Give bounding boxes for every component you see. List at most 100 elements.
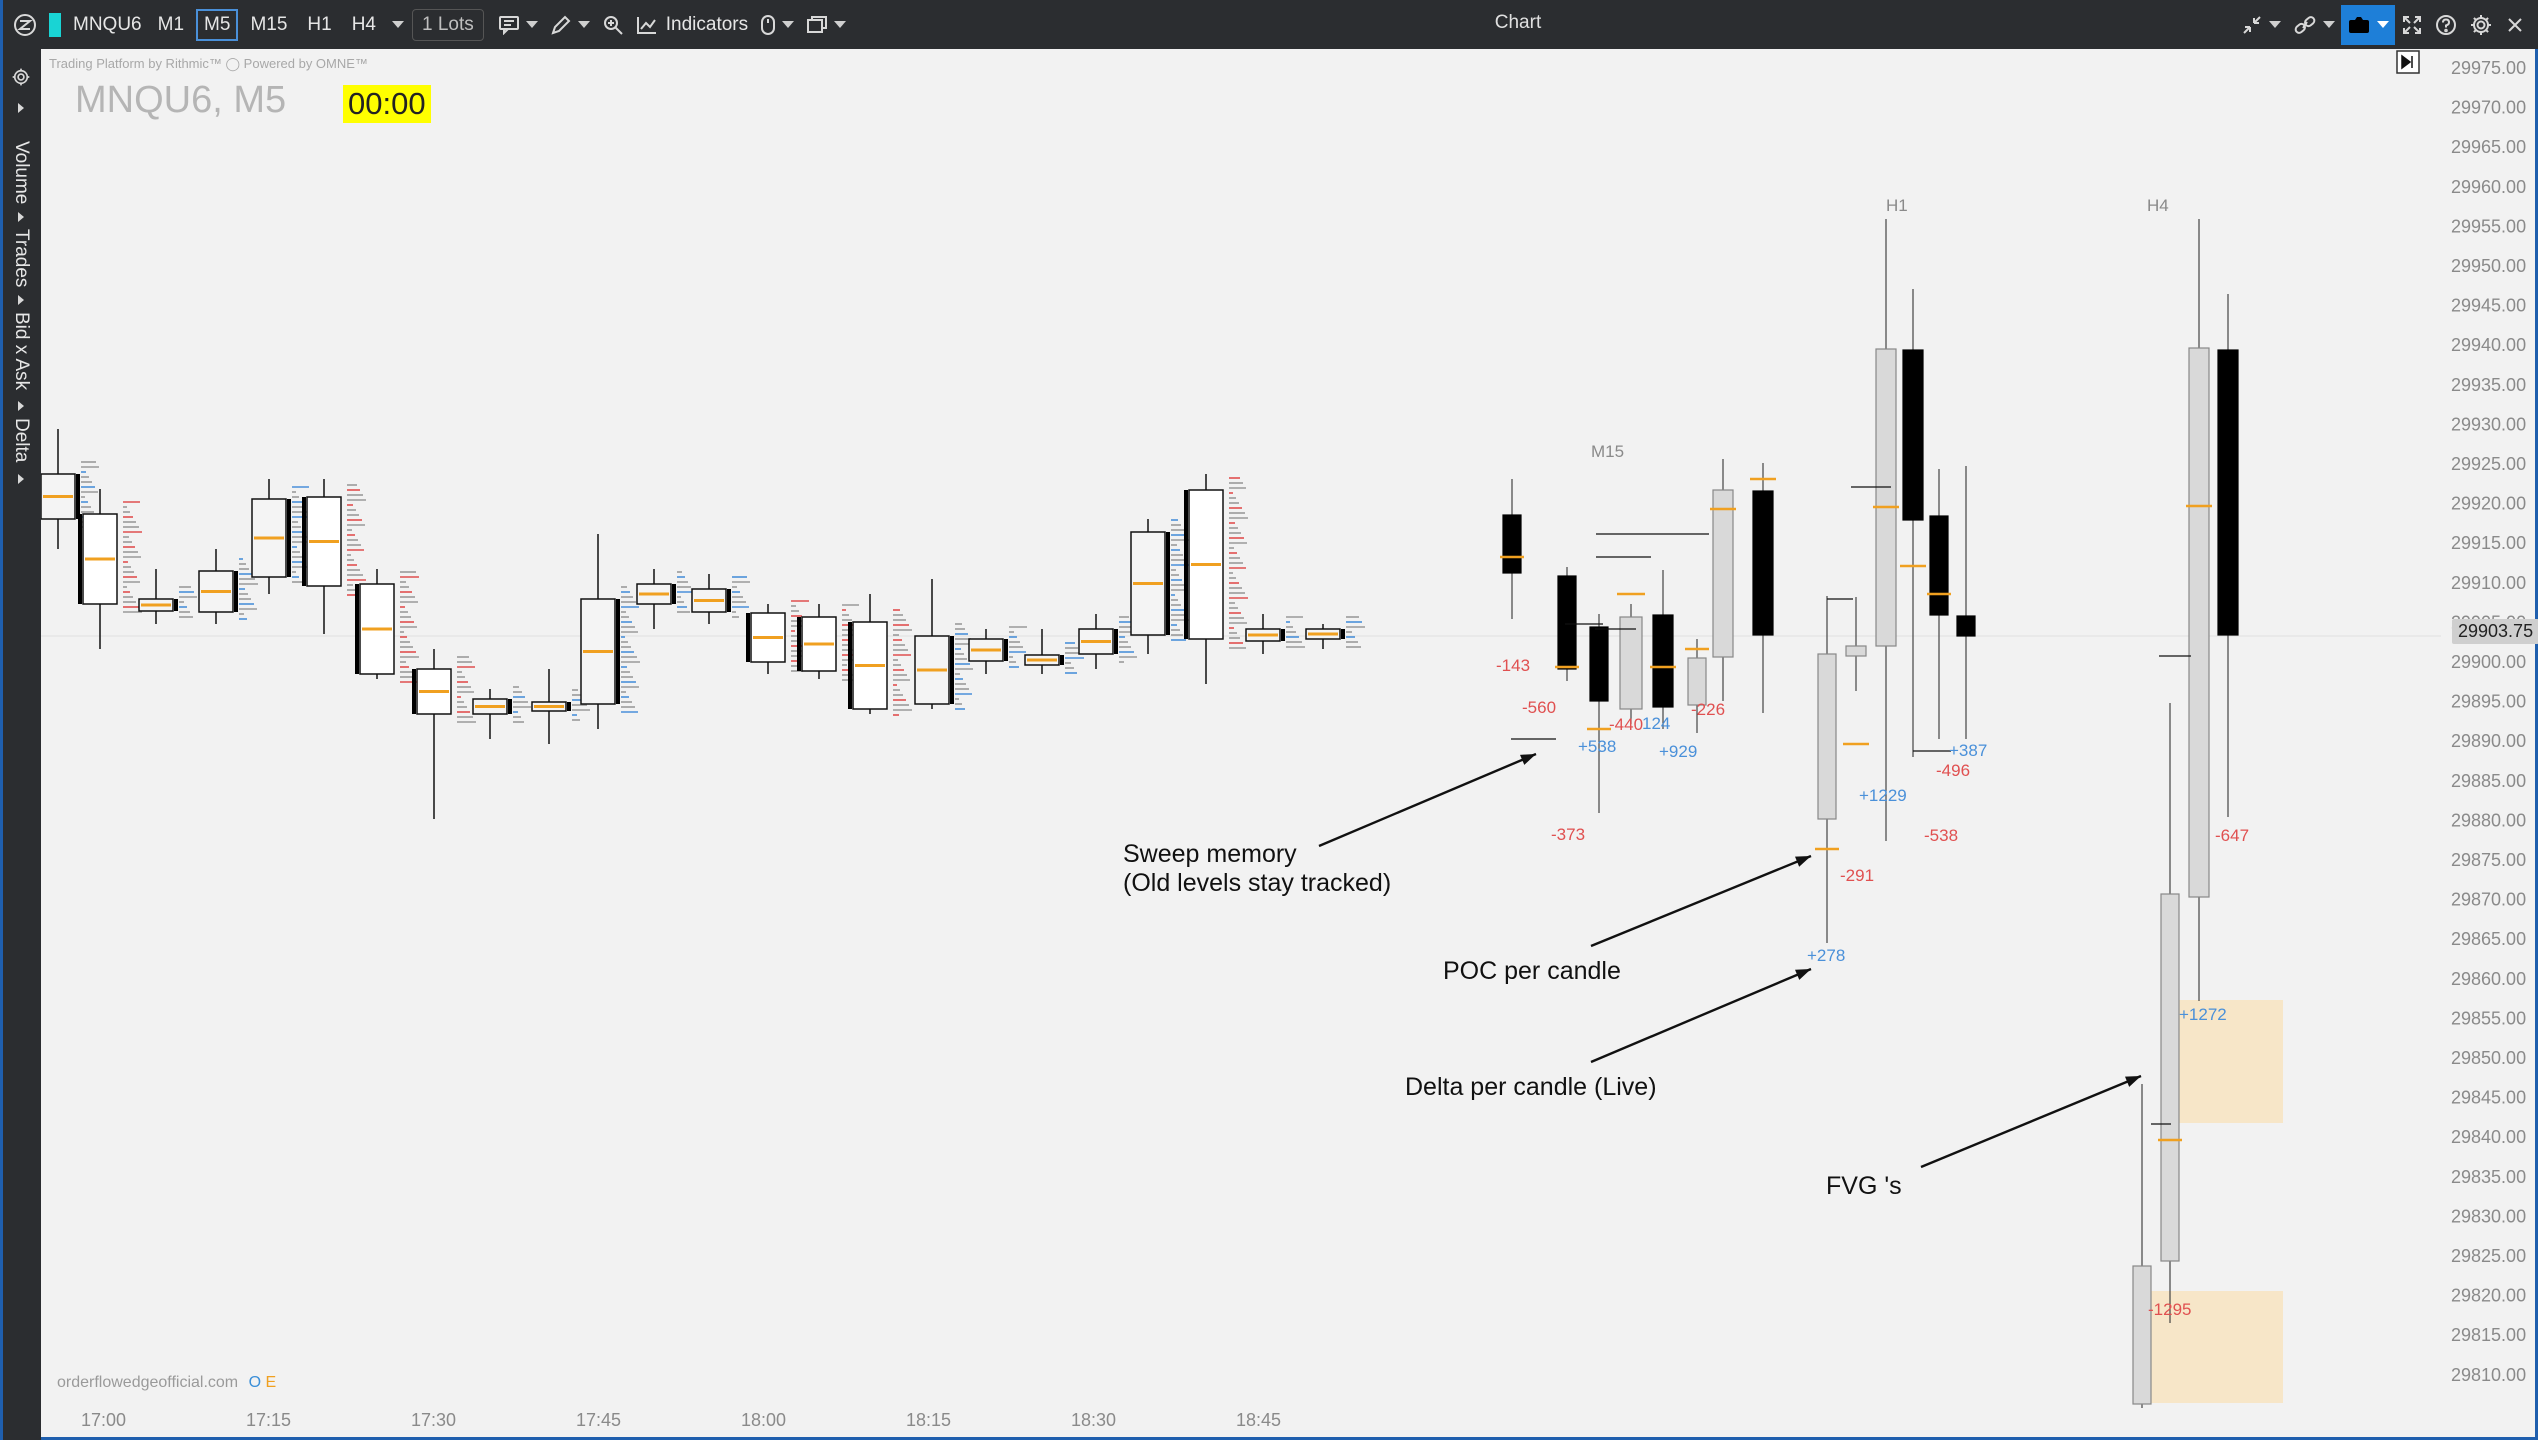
volume-bar bbox=[727, 589, 731, 612]
help-icon[interactable] bbox=[2429, 0, 2463, 49]
camera-icon[interactable] bbox=[2341, 4, 2395, 45]
timeframe-m15[interactable]: M15 bbox=[242, 9, 295, 41]
timeframe-dropdown-icon[interactable] bbox=[392, 21, 404, 28]
indicators-button[interactable]: Indicators bbox=[630, 0, 754, 49]
annotation-arrow bbox=[1590, 854, 1812, 948]
price-tick-label: 29870.00 bbox=[2451, 890, 2526, 910]
symbol-color-swatch[interactable] bbox=[49, 12, 61, 37]
price-axis[interactable]: 29975.00 29970.00 29965.00 29960.00 29955.00… bbox=[2451, 58, 2526, 1385]
sidebar-arrow-icon bbox=[18, 401, 24, 411]
volume-bar bbox=[746, 613, 750, 662]
annotation-text: Delta per candle (Live) bbox=[1405, 1073, 1657, 1101]
htf-candle bbox=[1652, 614, 1674, 708]
delta-label: +1229 bbox=[1859, 786, 1907, 805]
lots-input[interactable]: 1 Lots bbox=[412, 8, 484, 41]
delta-label: -440 bbox=[1609, 715, 1643, 734]
htf-candle bbox=[1619, 616, 1643, 710]
zoom-icon[interactable] bbox=[596, 0, 630, 49]
fullscreen-icon[interactable] bbox=[2395, 0, 2429, 49]
htf-candle bbox=[1557, 575, 1577, 670]
htf-candle bbox=[1589, 626, 1609, 702]
htf-candle bbox=[1687, 657, 1707, 706]
layout-icon[interactable] bbox=[800, 0, 852, 49]
delta-label: -373 bbox=[1551, 825, 1585, 844]
delta-label: -1295 bbox=[2148, 1300, 2191, 1319]
htf-candle bbox=[1875, 348, 1897, 647]
close-icon[interactable] bbox=[2499, 0, 2531, 49]
last-price-tag: 29903.75 bbox=[2452, 619, 2538, 644]
settings-icon[interactable] bbox=[2463, 0, 2499, 49]
timeframe-h1[interactable]: H1 bbox=[299, 9, 339, 41]
delta-label: +929 bbox=[1659, 742, 1697, 761]
scroll-end-button[interactable] bbox=[2396, 50, 2420, 74]
volume-bar bbox=[78, 514, 82, 604]
timeframe-m1[interactable]: M1 bbox=[150, 9, 192, 41]
delta-label: +1272 bbox=[2179, 1005, 2227, 1024]
volume-bar bbox=[355, 584, 359, 674]
candle-timer: 00:00 bbox=[343, 85, 431, 123]
price-tick-label: 29820.00 bbox=[2451, 1286, 2526, 1306]
time-axis[interactable]: 17:00 17:15 17:30 17:45 18:00 18:15 18:30 18:45 bbox=[81, 1410, 1281, 1430]
price-tick-label: 29900.00 bbox=[2451, 652, 2526, 672]
volume-bar bbox=[234, 571, 238, 612]
price-tick-label: 29825.00 bbox=[2451, 1246, 2526, 1266]
logo-icon[interactable] bbox=[3, 0, 43, 49]
time-tick-label: 17:45 bbox=[576, 1410, 621, 1430]
sidebar-arrow-icon bbox=[18, 212, 24, 222]
arrowhead-icon bbox=[1795, 856, 1811, 867]
htf-candle bbox=[1502, 514, 1522, 574]
timeframe-h4[interactable]: H4 bbox=[344, 9, 384, 41]
platform-credit: Trading Platform by Rithmic™ ◯ Powered b… bbox=[49, 56, 368, 71]
delta-labels: -143 -560 +538 -373 -440124 +929 -226 -291 +278 +… bbox=[1496, 656, 2249, 1319]
volume-bar bbox=[950, 636, 954, 704]
volume-bar bbox=[1004, 639, 1008, 661]
minimize-arrows-icon[interactable] bbox=[2235, 0, 2287, 49]
annotation-text: POC per candle bbox=[1443, 957, 1621, 985]
mouse-icon[interactable] bbox=[754, 0, 800, 49]
price-tick-label: 29860.00 bbox=[2451, 969, 2526, 989]
annotation-text: (Old levels stay tracked) bbox=[1123, 869, 1391, 897]
price-tick-label: 29815.00 bbox=[2451, 1325, 2526, 1345]
htf-label: M15 bbox=[1591, 442, 1624, 461]
gear-icon[interactable] bbox=[11, 67, 31, 92]
annotation-arrow bbox=[1590, 967, 1812, 1064]
htf-candle bbox=[1956, 615, 1976, 637]
htf-candle bbox=[2132, 1265, 2152, 1405]
volume-bar bbox=[76, 474, 80, 519]
price-tick-label: 29915.00 bbox=[2451, 533, 2526, 553]
htf-candle bbox=[1752, 490, 1774, 636]
price-tick-label: 29960.00 bbox=[2451, 177, 2526, 197]
time-tick-label: 17:30 bbox=[411, 1410, 456, 1430]
htf-label: H4 bbox=[2147, 196, 2169, 215]
sidebar-item-volume[interactable]: Volume bbox=[10, 141, 32, 204]
timeframe-m5[interactable]: M5 bbox=[196, 8, 239, 41]
price-tick-label: 29835.00 bbox=[2451, 1167, 2526, 1187]
chat-icon[interactable] bbox=[492, 0, 544, 49]
sidebar-arrow-icon bbox=[18, 474, 24, 484]
price-tick-label: 29880.00 bbox=[2451, 810, 2526, 830]
price-tick-label: 29875.00 bbox=[2451, 850, 2526, 870]
arrowhead-icon bbox=[1520, 754, 1536, 765]
time-tick-label: 18:45 bbox=[1236, 1410, 1281, 1430]
sidebar-item-delta[interactable]: Delta bbox=[10, 418, 32, 462]
symbol-selector[interactable]: MNQU6 bbox=[67, 0, 148, 49]
expand-icon[interactable] bbox=[18, 103, 24, 113]
pencil-icon[interactable] bbox=[544, 0, 596, 49]
volume-bar bbox=[1060, 655, 1064, 665]
volume-bar bbox=[174, 599, 178, 611]
price-tick-label: 29975.00 bbox=[2451, 58, 2526, 78]
time-tick-label: 17:15 bbox=[246, 1410, 291, 1430]
chart-area[interactable]: M15 H1 H4 29975.00 29970.00 29965.00 29960.00… bbox=[40, 49, 2538, 1440]
link-icon[interactable] bbox=[2287, 0, 2341, 49]
price-tick-label: 29955.00 bbox=[2451, 216, 2526, 236]
price-tick-label: 29950.00 bbox=[2451, 256, 2526, 276]
volume-bar bbox=[848, 622, 852, 709]
sidebar-item-trades[interactable]: Trades bbox=[10, 229, 32, 287]
htf-candle bbox=[1845, 645, 1867, 657]
chart-canvas[interactable]: M15 H1 H4 29975.00 29970.00 29965.00 29960.00… bbox=[40, 49, 2538, 1440]
price-tick-label: 29810.00 bbox=[2451, 1365, 2526, 1385]
delta-label: +538 bbox=[1578, 737, 1616, 756]
sidebar-item-bid-ask[interactable]: Bid x Ask bbox=[10, 312, 32, 390]
htf-candle bbox=[2188, 347, 2210, 898]
volume-bar bbox=[567, 702, 571, 711]
